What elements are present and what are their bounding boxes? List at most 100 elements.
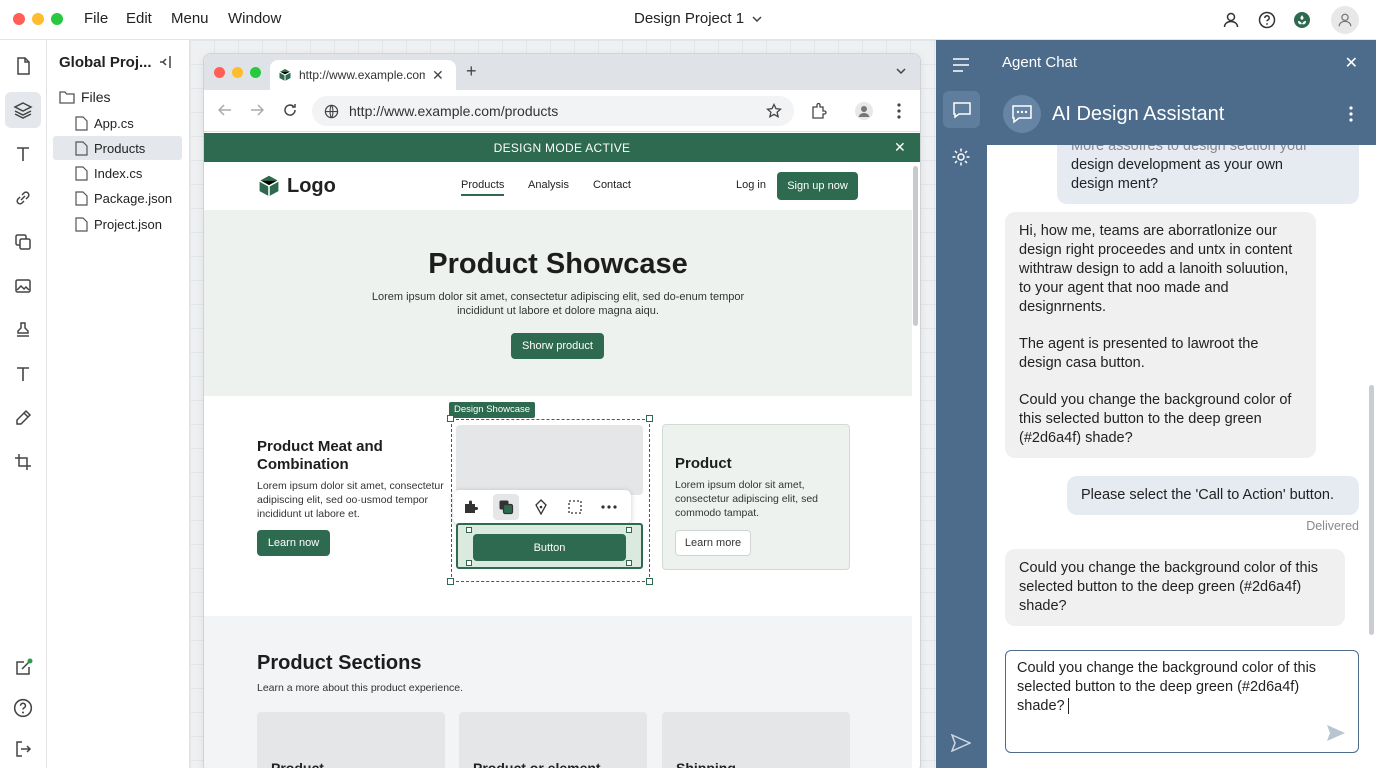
text-icon[interactable]	[5, 136, 41, 172]
eyedropper-icon[interactable]	[5, 400, 41, 436]
browser-maximize-button[interactable]	[250, 67, 261, 78]
site-logo[interactable]: Logo	[257, 174, 336, 198]
sections-title: Product Sections	[257, 652, 422, 674]
url-text: http://www.example.com/products	[349, 103, 559, 119]
chat-icon[interactable]	[943, 91, 980, 128]
selection-handle[interactable]	[626, 527, 632, 533]
maximize-window-button[interactable]	[51, 13, 63, 25]
share-icon[interactable]	[5, 650, 41, 686]
selection-label: Design Showcase	[449, 402, 536, 418]
menu-menu[interactable]: Menu	[171, 10, 209, 27]
file-item[interactable]: Index.cs	[75, 161, 175, 185]
file-label: App.cs	[94, 115, 134, 131]
file-item-selected[interactable]: Products	[53, 136, 182, 160]
folder-icon	[59, 90, 75, 104]
user-icon[interactable]	[1220, 9, 1242, 31]
selection-handle[interactable]	[646, 578, 653, 585]
panel-title: Global Proj...	[59, 54, 152, 71]
components-icon[interactable]	[5, 224, 41, 260]
selected-button[interactable]: Button	[473, 534, 626, 561]
learn-now-button[interactable]: Learn now	[257, 530, 330, 556]
section-card-title: Product	[271, 760, 324, 768]
settings-icon[interactable]	[951, 147, 971, 167]
help-icon[interactable]	[1256, 9, 1278, 31]
stamp-icon[interactable]	[5, 312, 41, 348]
close-icon[interactable]: ✕	[894, 139, 906, 156]
puzzle-icon[interactable]	[463, 499, 479, 515]
delivered-status: Delivered	[1306, 519, 1359, 533]
chat-scrollbar[interactable]	[1369, 385, 1374, 635]
learn-more-button[interactable]: Learn more	[675, 530, 751, 556]
send-icon[interactable]	[951, 734, 971, 752]
url-bar[interactable]: http://www.example.com/products	[312, 96, 794, 126]
pen-icon[interactable]	[533, 499, 549, 515]
layers-icon[interactable]	[5, 92, 41, 128]
brand-icon[interactable]	[1291, 9, 1313, 31]
selection-handle[interactable]	[466, 527, 472, 533]
selection-handle[interactable]	[447, 578, 454, 585]
floating-toolbar	[453, 490, 631, 524]
help-icon[interactable]	[5, 690, 41, 726]
nav-link-products[interactable]: Products	[461, 179, 505, 196]
page-icon[interactable]	[5, 48, 41, 84]
send-icon[interactable]	[1326, 724, 1346, 742]
hero-text-line-2: incididunt ut labore et dolore magna aiq…	[457, 305, 659, 317]
bookmark-star-icon[interactable]	[766, 103, 782, 119]
page-scrollbar[interactable]	[913, 166, 918, 326]
menu-icon[interactable]	[952, 58, 970, 72]
browser-minimize-button[interactable]	[232, 67, 243, 78]
back-icon[interactable]	[218, 103, 232, 117]
close-icon[interactable]: ✕	[1345, 53, 1358, 73]
file-icon	[75, 140, 88, 156]
more-vertical-icon[interactable]	[1348, 105, 1354, 123]
collapse-panel-icon[interactable]	[158, 54, 176, 70]
avatar[interactable]	[1331, 6, 1359, 34]
chat-input[interactable]: Could you change the background color of…	[1005, 650, 1359, 753]
selection-handle[interactable]	[447, 415, 454, 422]
nav-link-analysis[interactable]: Analysis	[528, 179, 569, 191]
chat-rail	[936, 40, 987, 768]
more-horizontal-icon[interactable]	[601, 505, 617, 509]
menu-edit[interactable]: Edit	[126, 10, 152, 27]
file-icon	[75, 115, 88, 131]
link-icon[interactable]	[5, 180, 41, 216]
logout-icon[interactable]	[5, 731, 41, 767]
crop-frame-icon[interactable]	[567, 499, 583, 515]
extensions-icon[interactable]	[810, 102, 828, 120]
new-tab-icon[interactable]: +	[466, 61, 477, 82]
file-item[interactable]: Package.json	[75, 186, 185, 210]
type-icon[interactable]	[5, 356, 41, 392]
layers-front-icon[interactable]	[493, 494, 519, 520]
forward-icon[interactable]	[250, 103, 264, 117]
reload-icon[interactable]	[282, 102, 298, 118]
profile-icon[interactable]	[855, 102, 873, 120]
close-window-button[interactable]	[13, 13, 25, 25]
more-vertical-icon[interactable]	[896, 102, 902, 120]
message-line: Hi, how me, teams are aborratlonize our	[1019, 223, 1277, 239]
selection-handle[interactable]	[646, 415, 653, 422]
selection-handle[interactable]	[466, 560, 472, 566]
signup-button[interactable]: Sign up now	[777, 172, 858, 200]
file-item[interactable]: App.cs	[75, 111, 175, 135]
menu-window[interactable]: Window	[228, 10, 281, 27]
login-link[interactable]: Log in	[736, 179, 766, 191]
browser-close-button[interactable]	[214, 67, 225, 78]
selection-handle[interactable]	[626, 560, 632, 566]
browser-tab[interactable]: http://www.example.com ✕	[270, 60, 456, 90]
file-item[interactable]: Project.json	[75, 212, 185, 236]
section-card[interactable]: Product or element	[459, 712, 647, 768]
project-title-dropdown[interactable]: Design Project 1	[634, 10, 762, 27]
tab-list-icon[interactable]	[896, 68, 906, 74]
menu-file[interactable]: File	[84, 10, 108, 27]
card-1-text-line-1: Lorem ipsum dolor sit amet, consectetur	[257, 480, 444, 492]
crop-icon[interactable]	[5, 444, 41, 480]
minimize-window-button[interactable]	[32, 13, 44, 25]
nav-link-contact[interactable]: Contact	[593, 179, 631, 191]
section-card[interactable]: Shipping	[662, 712, 850, 768]
close-tab-icon[interactable]: ✕	[432, 67, 444, 84]
section-card[interactable]: Product	[257, 712, 445, 768]
show-product-button[interactable]: Shorw product	[511, 333, 604, 359]
assistant-avatar	[1003, 95, 1041, 133]
image-icon[interactable]	[5, 268, 41, 304]
message-line: to your agent that noo made and	[1019, 280, 1229, 296]
